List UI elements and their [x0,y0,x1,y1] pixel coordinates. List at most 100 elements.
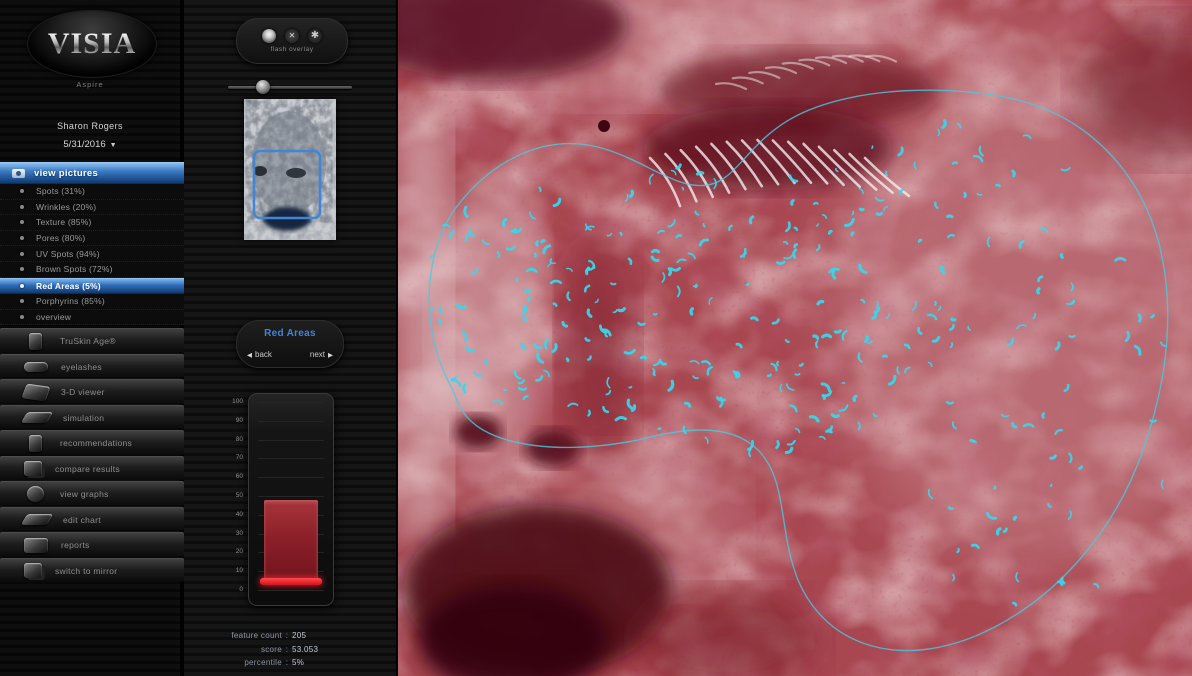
flash-overlay-control: ✕ ✱ flash overlay [236,18,348,64]
sidebar-tool-recommendations[interactable]: recommendations [0,430,184,455]
cake-icon [29,333,42,350]
overlay-mask-icon[interactable]: ✱ [308,29,322,43]
gauge-tick-label: 90 [223,417,243,424]
gauge-gridline [258,458,324,459]
stat-score: score : 53.053 [190,643,390,657]
gauge-tick-label: 0 [223,586,243,593]
next-arrow-icon: ▶ [328,351,333,359]
session-date-dropdown[interactable]: 5/31/2016 ▼ [0,139,180,150]
thumbnail-face-image [244,99,336,240]
chevron-down-icon: ▼ [110,142,117,149]
sidebar-tool-3d-viewer[interactable]: 3-D viewer [0,379,184,404]
compare-photos-icon [24,461,42,476]
gauge-tick-label: 30 [223,530,243,537]
visia-logo-subtitle: Aspire [0,80,180,89]
sidebar-item-pores[interactable]: Pores (80%) [0,231,184,247]
gauge-scale: 1009080706050403020100 [225,402,245,590]
gauge-gridline [258,496,324,497]
visia-logo: VISIA [27,10,157,78]
back-arrow-icon: ◀ [247,351,252,359]
bullet-icon [20,315,24,319]
control-panel: ✕ ✱ flash overlay [184,0,398,676]
bullet-icon [20,189,24,193]
sidebar-item-wrinkles[interactable]: Wrinkles (20%) [0,200,184,216]
sidebar-item-uv-spots[interactable]: UV Spots (94%) [0,246,184,262]
sidebar-tool-eyelashes[interactable]: eyelashes [0,354,184,379]
edit-pencil-icon [21,514,53,525]
sidebar-tool-view-graphs[interactable]: view graphs [0,481,184,506]
sidebar-item-texture[interactable]: Texture (85%) [0,215,184,231]
gauge-bar-area [262,402,320,590]
sidebar-item-overview[interactable]: overview [0,310,184,326]
gauge-tick-label: 60 [223,473,243,480]
camera-icon [12,169,25,178]
session-date-value: 5/31/2016 [63,139,105,150]
sidebar-tool-switch-to-mirror[interactable]: switch to mirror [0,558,184,583]
gauge-tick-label: 100 [223,398,243,405]
flash-bulb-icon[interactable] [262,29,276,43]
gauge-gridline [258,402,324,403]
sidebar-tool-truskin-age[interactable]: TruSkin Age® [0,328,184,353]
printer-icon [24,538,48,553]
red-areas-analysis-image [398,0,1192,676]
visia-application-window: VISIA Aspire Sharon Rogers 5/31/2016 ▼ vi… [0,0,1192,676]
overlay-opacity-slider[interactable] [228,80,352,94]
gauge-gridline [258,477,324,478]
sidebar-item-porphyrins[interactable]: Porphyrins (85%) [0,294,184,310]
gauge-tick-label: 70 [223,454,243,461]
sidebar-tool-edit-chart[interactable]: edit chart [0,507,184,532]
sidebar-tool-reports[interactable]: reports [0,532,184,557]
gauge-tick-label: 50 [223,492,243,499]
percentile-marker [260,578,322,585]
sidebar: VISIA Aspire Sharon Rogers 5/31/2016 ▼ vi… [0,0,184,676]
sidebar-menu: view pictures Spots (31%) Wrinkles (20%)… [0,162,184,583]
flash-overlay-label: flash overlay [271,46,314,53]
cube-icon [21,383,50,401]
sidebar-tool-compare-results[interactable]: compare results [0,456,184,481]
feature-navigator: Red Areas ◀ back next ▶ [236,320,344,368]
clipboard-icon [29,435,42,452]
stat-feature-count: feature count : 205 [190,629,390,643]
image-navigator-thumbnail[interactable] [244,99,336,240]
bullet-icon [20,252,24,256]
next-button[interactable]: next ▶ [310,350,333,359]
mole-mark [598,120,610,132]
visia-logo-text: VISIA [48,27,136,61]
gauge-tick-label: 20 [223,548,243,555]
bullet-icon [20,299,24,303]
sidebar-item-red-areas[interactable]: Red Areas (5%) [0,278,184,295]
graph-icon [27,486,44,502]
feature-title: Red Areas [237,328,343,339]
feature-stats: feature count : 205 score : 53.053 perce… [190,629,390,670]
stat-percentile: percentile : 5% [190,656,390,670]
bullet-icon [20,267,24,271]
bullet-icon [20,205,24,209]
view-pictures-label: view pictures [34,168,98,179]
sidebar-item-brown-spots[interactable]: Brown Spots (72%) [0,262,184,278]
bullet-icon [20,220,24,224]
patient-name: Sharon Rogers [0,121,180,131]
mirror-icon [24,563,42,578]
slider-knob[interactable] [256,80,270,94]
sidebar-item-spots[interactable]: Spots (31%) [0,184,184,200]
back-button[interactable]: ◀ back [247,350,272,359]
gauge-gridline [258,421,324,422]
sidebar-item-view-pictures[interactable]: view pictures [0,162,184,184]
score-bar [264,500,318,583]
score-gauge: 1009080706050403020100 [248,393,334,606]
gauge-tick-label: 40 [223,511,243,518]
bullet-icon [20,284,24,288]
bullet-icon [20,236,24,240]
gauge-tick-label: 10 [223,567,243,574]
gauge-tick-label: 80 [223,436,243,443]
sidebar-tool-simulation[interactable]: simulation [0,405,184,430]
red-areas-image-viewer[interactable] [398,0,1192,676]
overlay-off-icon[interactable]: ✕ [285,29,299,43]
sidebar-tools: TruSkin Age® eyelashes 3-D viewer simula… [0,328,184,582]
gauge-gridline [258,440,324,441]
nostril-shadow [454,415,502,449]
slider-track[interactable] [228,86,352,89]
brush-icon [21,412,53,423]
eyelashes-icon [24,362,48,372]
gauge-gridline [258,590,324,591]
